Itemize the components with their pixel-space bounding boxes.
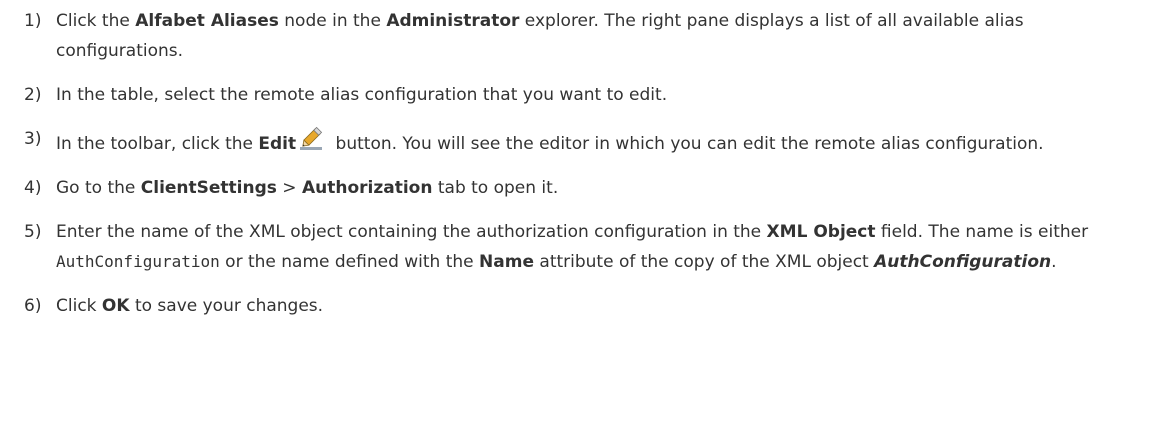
code-authconfiguration: AuthConfiguration	[56, 252, 220, 271]
procedure-steps: 1) Click the Alfabet Aliases node in the…	[24, 6, 1144, 335]
ui-term-name: Name	[479, 252, 534, 272]
step-text: In the toolbar, click the Edit button. Y…	[56, 124, 1144, 159]
text: Click the	[56, 11, 136, 31]
step-text: Click the Alfabet Aliases node in the Ad…	[56, 6, 1144, 66]
text: In the toolbar, click the	[56, 134, 259, 154]
text: Enter the name of the XML object contain…	[56, 222, 767, 242]
step-number: 4)	[24, 178, 42, 198]
text: >	[276, 178, 302, 198]
ui-term-clientsettings: ClientSettings	[140, 178, 277, 198]
ui-term-xml-object: XML Object	[766, 222, 876, 242]
text: field. The name is either	[875, 222, 1089, 242]
step-2: 2) In the table, select the remote alias…	[24, 80, 1144, 110]
ui-term-authorization: Authorization	[301, 178, 433, 198]
step-text: Enter the name of the XML object contain…	[56, 217, 1144, 277]
step-3: 3) In the toolbar, click the Edit button…	[24, 124, 1144, 159]
step-number: 1)	[24, 11, 42, 31]
text: button. You will see the editor in which…	[330, 134, 1044, 154]
object-name-authconfiguration: AuthConfiguration	[874, 252, 1052, 272]
text: Go to the	[56, 178, 141, 198]
step-number: 2)	[24, 85, 42, 105]
text: node in the	[278, 11, 387, 31]
ui-term-alfabet-aliases: Alfabet Aliases	[135, 11, 279, 31]
text: attribute of the copy of the XML object	[534, 252, 875, 272]
text: to save your changes.	[129, 296, 324, 316]
step-text: Click OK to save your changes.	[56, 291, 1144, 321]
pencil-icon	[298, 124, 326, 152]
text: In the table, select the remote alias co…	[56, 85, 668, 105]
step-number: 6)	[24, 296, 42, 316]
step-number: 5)	[24, 222, 42, 242]
text: tab to open it.	[432, 178, 559, 198]
step-5: 5) Enter the name of the XML object cont…	[24, 217, 1144, 277]
step-6: 6) Click OK to save your changes.	[24, 291, 1144, 321]
step-text: Go to the ClientSettings > Authorization…	[56, 173, 1144, 203]
step-4: 4) Go to the ClientSettings > Authorizat…	[24, 173, 1144, 203]
ui-term-administrator: Administrator	[386, 11, 520, 31]
step-1: 1) Click the Alfabet Aliases node in the…	[24, 6, 1144, 66]
text: .	[1051, 252, 1057, 272]
text: Click	[56, 296, 102, 316]
text: or the name defined with the	[219, 252, 480, 272]
ui-term-edit: Edit	[258, 134, 297, 154]
step-number: 3)	[24, 129, 42, 149]
step-text: In the table, select the remote alias co…	[56, 80, 1144, 110]
ui-term-ok: OK	[101, 296, 130, 316]
